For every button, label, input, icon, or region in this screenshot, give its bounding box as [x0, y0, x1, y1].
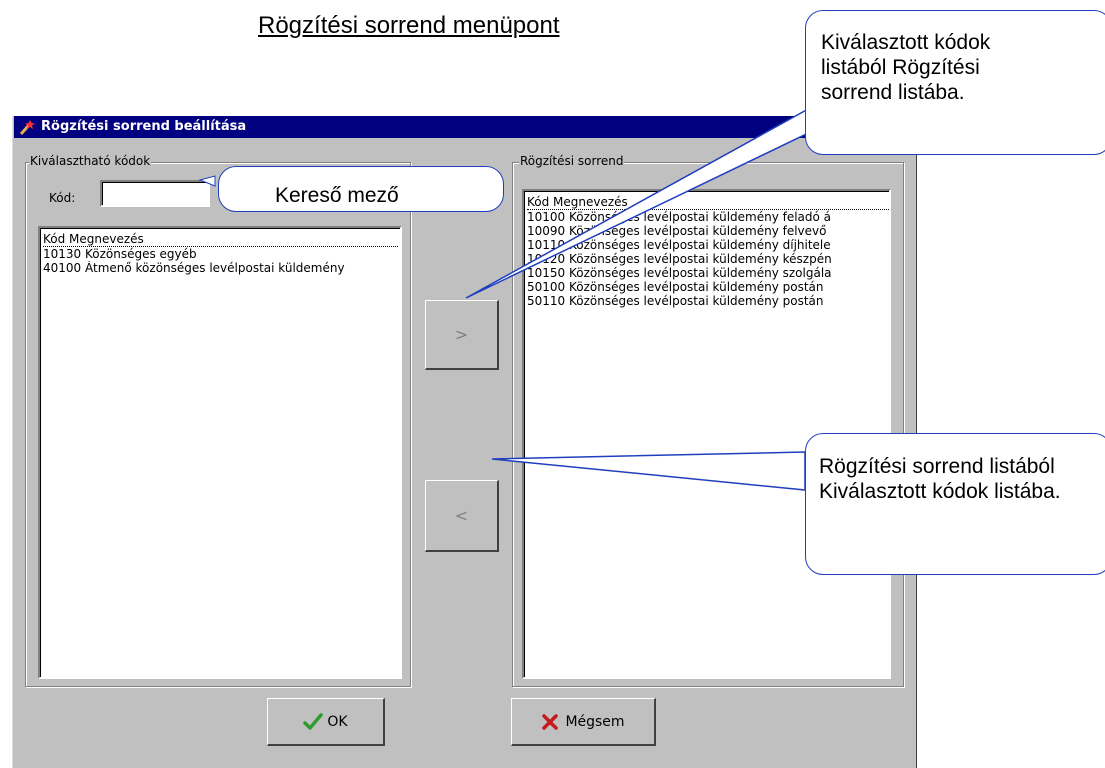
- add-callout: Kiválasztott kódok listából Rögzítési so…: [805, 10, 1105, 155]
- add-callout-text: Kiválasztott kódok listából Rögzítési so…: [821, 31, 991, 104]
- search-field-callout: Kereső mező: [218, 166, 504, 212]
- remove-callout: Rögzítési sorrend listából Kiválasztott …: [805, 433, 1105, 575]
- search-callout-text: Kereső mező: [275, 184, 399, 207]
- remove-callout-text: Rögzítési sorrend listából Kiválasztott …: [819, 455, 1061, 503]
